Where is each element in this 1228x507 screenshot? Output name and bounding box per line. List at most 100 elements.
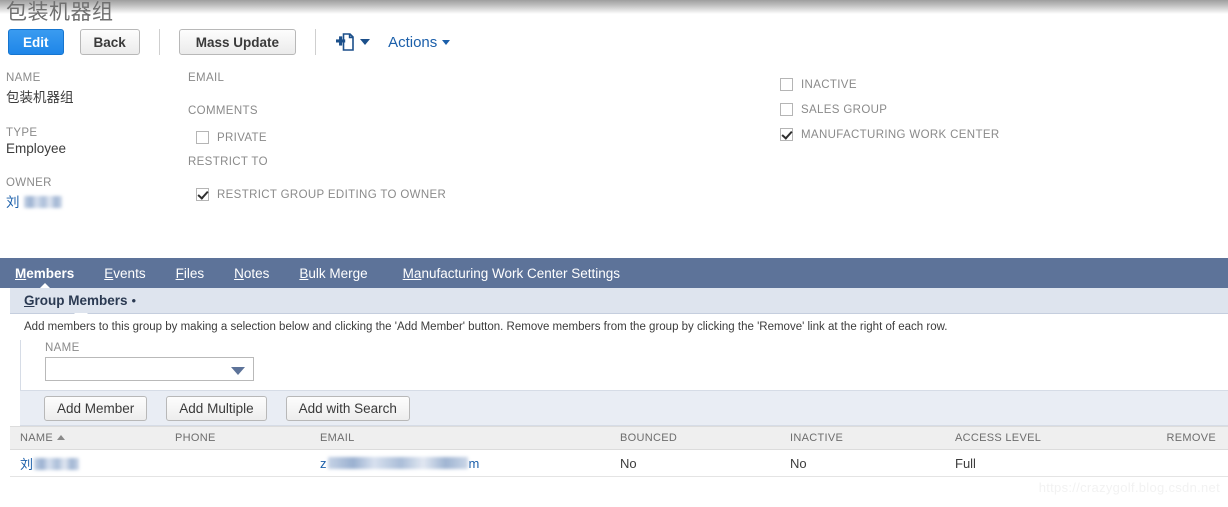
redacted-member-name — [34, 457, 80, 470]
group-members-panel: Group Members • Add members to this grou… — [10, 288, 1228, 507]
tab-notes-accel: N — [234, 265, 244, 281]
panel-help-text: Add members to this group by making a se… — [10, 314, 1228, 340]
cell-email-suffix: m — [468, 455, 480, 471]
field-email-label: EMAIL — [188, 72, 225, 84]
field-restrict-to: RESTRICT TO — [188, 156, 568, 168]
tab-members[interactable]: Members — [15, 266, 74, 281]
cell-email[interactable]: zm — [310, 449, 610, 477]
column-header-name-label: NAME — [20, 432, 53, 444]
add-with-search-button[interactable]: Add with Search — [285, 395, 410, 421]
field-name-label: NAME — [6, 72, 41, 84]
tab-members-accel: M — [15, 265, 27, 281]
tab-members-label: embers — [26, 265, 75, 281]
detail-toolbar: Edit Back Mass Update Actions — [0, 29, 1228, 65]
add-multiple-button[interactable]: Add Multiple — [166, 395, 267, 421]
column-header-access-level[interactable]: ACCESS LEVEL — [945, 426, 1125, 450]
checkbox-private-box[interactable] — [196, 131, 209, 144]
field-owner-text: 刘 — [6, 195, 20, 210]
field-comments-label: COMMENTS — [188, 105, 258, 117]
cell-bounced: No — [610, 449, 780, 477]
field-email: EMAIL — [188, 72, 568, 84]
checkbox-sales-group-label: SALES GROUP — [801, 103, 888, 116]
field-type-value: Employee — [6, 141, 67, 156]
panel-help-bullet[interactable]: • — [132, 293, 137, 308]
tab-mwcs-label: nufacturing Work Center Settings — [421, 265, 621, 281]
table-header-row: NAME PHONE EMAIL BOUNCED INACTIVE ACCESS… — [10, 426, 1228, 450]
checkbox-manufacturing-work-center[interactable]: MANUFACTURING WORK CENTER — [780, 128, 1180, 141]
checkbox-private[interactable]: PRIVATE — [196, 131, 568, 144]
table-row: 刘 zm No No Full — [10, 449, 1228, 477]
field-name-value: 包装机器组 — [6, 90, 74, 105]
panel-title-rest: roup Members — [34, 293, 128, 308]
column-header-email[interactable]: EMAIL — [310, 426, 610, 450]
checkbox-inactive-box[interactable] — [780, 78, 793, 91]
tab-mwcs-accel: Ma — [402, 265, 422, 281]
column-header-inactive[interactable]: INACTIVE — [780, 426, 945, 450]
tab-bar: Members Events Files Notes Bulk Merge Ma… — [0, 258, 1228, 288]
sort-ascending-icon — [56, 435, 65, 440]
add-document-icon — [335, 32, 355, 52]
add-member-select-block: NAME — [20, 340, 1228, 390]
cell-name[interactable]: 刘 — [10, 449, 165, 477]
actions-menu[interactable]: Actions — [388, 29, 451, 55]
field-type-label: TYPE — [6, 127, 38, 139]
redacted-owner-name — [23, 196, 62, 208]
checkbox-restrict-group-editing-label: RESTRICT GROUP EDITING TO OWNER — [217, 188, 447, 201]
actions-label: Actions — [388, 33, 438, 51]
tab-manufacturing-work-center-settings[interactable]: Manufacturing Work Center Settings — [403, 266, 620, 281]
checkbox-manufacturing-work-center-label: MANUFACTURING WORK CENTER — [801, 128, 1000, 141]
chevron-down-icon — [442, 39, 451, 45]
checkbox-sales-group-box[interactable] — [780, 103, 793, 116]
chevron-down-icon — [231, 367, 245, 375]
name-select-label: NAME — [45, 342, 80, 354]
detail-column-left: NAME 包装机器组 TYPE Employee OWNER 刘 — [6, 72, 181, 232]
mass-update-button[interactable]: Mass Update — [178, 29, 297, 55]
browser-chrome-strip — [0, 0, 1228, 14]
chevron-down-icon — [360, 39, 371, 45]
tab-bulk-merge-label: ulk Merge — [308, 265, 368, 281]
column-header-name[interactable]: NAME — [10, 426, 165, 450]
tab-files-label: iles — [183, 265, 205, 281]
tab-events[interactable]: Events — [104, 266, 145, 281]
field-type: TYPE Employee — [6, 127, 181, 156]
column-header-remove[interactable]: REMOVE — [1125, 426, 1228, 450]
tab-notes[interactable]: Notes — [234, 266, 269, 281]
new-document-button[interactable] — [335, 29, 371, 55]
tab-bulk-merge[interactable]: Bulk Merge — [299, 266, 367, 281]
checkbox-inactive-label: INACTIVE — [801, 78, 857, 91]
column-header-bounced[interactable]: BOUNCED — [610, 426, 780, 450]
name-select[interactable] — [45, 357, 254, 381]
tab-events-accel: E — [104, 265, 114, 281]
checkbox-sales-group[interactable]: SALES GROUP — [780, 103, 1180, 116]
field-name: NAME 包装机器组 — [6, 72, 181, 106]
cell-inactive: No — [780, 449, 945, 477]
panel-header: Group Members • — [10, 288, 1228, 320]
field-owner: OWNER 刘 — [6, 177, 181, 211]
field-comments: COMMENTS — [188, 105, 568, 117]
edit-button[interactable]: Edit — [8, 29, 64, 55]
toolbar-separator-1 — [158, 29, 160, 55]
cell-email-prefix: z — [320, 455, 327, 471]
checkbox-manufacturing-work-center-box[interactable] — [780, 128, 793, 141]
add-member-button-strip: Add Member Add Multiple Add with Search — [20, 390, 1228, 426]
redacted-member-email — [327, 456, 468, 469]
add-member-button[interactable]: Add Member — [44, 395, 148, 421]
panel-title[interactable]: Group Members — [24, 293, 128, 308]
tab-files[interactable]: Files — [176, 266, 205, 281]
column-header-phone[interactable]: PHONE — [165, 426, 310, 450]
detail-column-right: INACTIVE SALES GROUP MANUFACTURING WORK … — [780, 78, 1180, 153]
detail-column-middle: EMAIL COMMENTS PRIVATE RESTRICT TO RESTR… — [188, 72, 568, 213]
page-title: 包装机器组 — [6, 1, 114, 24]
checkbox-restrict-group-editing[interactable]: RESTRICT GROUP EDITING TO OWNER — [196, 188, 568, 201]
tab-events-label: vents — [113, 265, 146, 281]
checkbox-inactive[interactable]: INACTIVE — [780, 78, 1180, 91]
back-button[interactable]: Back — [79, 29, 140, 55]
field-owner-value[interactable]: 刘 — [6, 191, 181, 211]
cell-phone — [165, 449, 310, 477]
tab-notes-label: otes — [243, 265, 270, 281]
checkbox-restrict-group-editing-box[interactable] — [196, 188, 209, 201]
cell-remove[interactable] — [1125, 449, 1228, 477]
cell-access-level: Full — [945, 449, 1125, 477]
cell-name-text: 刘 — [20, 456, 34, 472]
panel-title-accel: G — [24, 293, 35, 308]
